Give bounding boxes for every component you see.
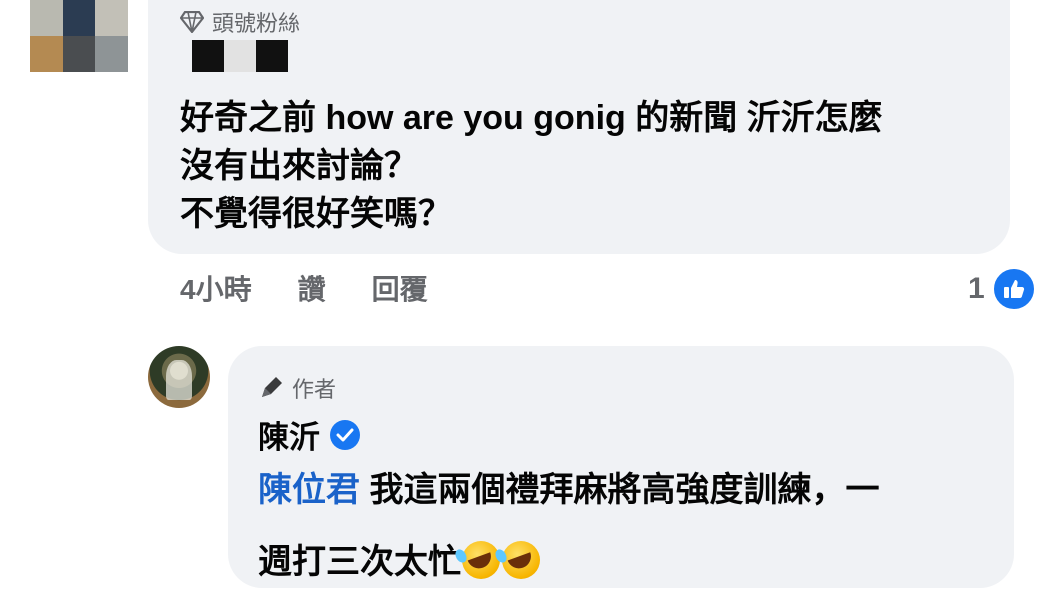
author-avatar[interactable] [148,346,210,408]
author-badge: 作者 [258,372,336,404]
like-count: 1 [968,272,985,305]
comment-line: 沒有出來討論？ [180,147,418,185]
commenter-avatar[interactable] [30,0,128,72]
like-action-button[interactable]: 讚 [298,268,326,308]
rofl-emoji-icon [502,541,540,579]
reply-text: 陳位君 我這兩個禮拜麻將高強度訓練，一 週打三次太忙 [258,454,879,598]
reply-text-part: 週打三次太忙 [258,543,462,581]
comment-line: 不覺得很好笑嗎？ [180,195,452,233]
comment-line: 好奇之前 how are you gonig 的新聞 沂沂怎麼 [180,99,883,137]
comment-text: 好奇之前 how are you gonig 的新聞 沂沂怎麼 沒有出來討論？ … [180,94,883,238]
top-fan-label: 頭號粉絲 [212,11,301,36]
author-name[interactable]: 陳沂 [258,412,320,457]
reply-line-2: 週打三次太忙 [258,526,879,598]
thumbs-up-icon [990,266,1037,312]
reply-line-1: 陳位君 我這兩個禮拜麻將高強度訓練，一 [258,454,879,526]
comment-timestamp[interactable]: 4小時 [180,268,252,308]
pen-icon [262,377,282,397]
mention-link[interactable]: 陳位君 [258,471,360,509]
reaction-count[interactable]: 1 [968,266,1037,312]
reply-action-button[interactable]: 回覆 [372,268,428,308]
rofl-emoji-icon [462,541,500,579]
top-fan-badge: 頭號粉絲 [180,6,300,38]
verified-badge-icon [330,419,360,450]
diamond-icon [180,11,204,33]
redacted-commenter-name[interactable] [192,40,288,72]
reply-text-part: 我這兩個禮拜麻將高強度訓練，一 [360,471,880,509]
author-label: 作者 [292,377,337,402]
reply-author[interactable]: 陳沂 [258,412,360,457]
comment-actions: 4小時 讚 回覆 [180,268,428,308]
